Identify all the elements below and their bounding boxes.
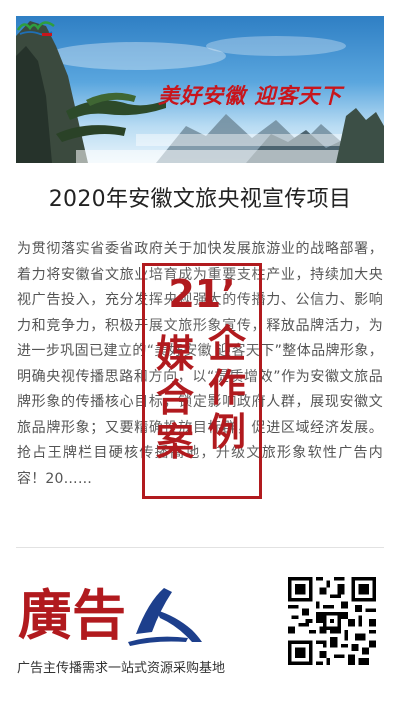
brand-logo-guanggaoren: 廣告 xyxy=(18,583,202,646)
stamp-right-column: 企 作 例 xyxy=(203,322,251,454)
banner-image: 美好安徽 迎客天下 xyxy=(16,16,384,163)
stamp-char: 案 xyxy=(155,420,194,464)
stamp-number: 21’ xyxy=(168,272,236,316)
stamp-char: 企 xyxy=(207,322,246,366)
stamp-char: 例 xyxy=(207,410,246,454)
svg-text:廣告: 廣告 xyxy=(18,583,126,646)
brand-tagline: 广告主传播需求一站式资源采购基地 xyxy=(17,661,226,676)
section-divider xyxy=(16,547,384,548)
banner-slogan: 美好安徽 迎客天下 xyxy=(158,83,343,108)
stamp-left-column: 媒 合 案 xyxy=(151,332,199,464)
stamp-char: 媒 xyxy=(155,332,194,376)
qr-code-icon[interactable] xyxy=(288,577,376,665)
stamp-char: 合 xyxy=(155,376,194,420)
case-stamp-overlay: 21’ 媒 合 案 企 作 例 xyxy=(142,263,262,499)
stamp-char: 作 xyxy=(207,366,246,410)
anhui-tourism-logo-icon xyxy=(16,21,55,36)
article-title: 2020年安徽文旅央视宣传项目 xyxy=(48,187,352,212)
